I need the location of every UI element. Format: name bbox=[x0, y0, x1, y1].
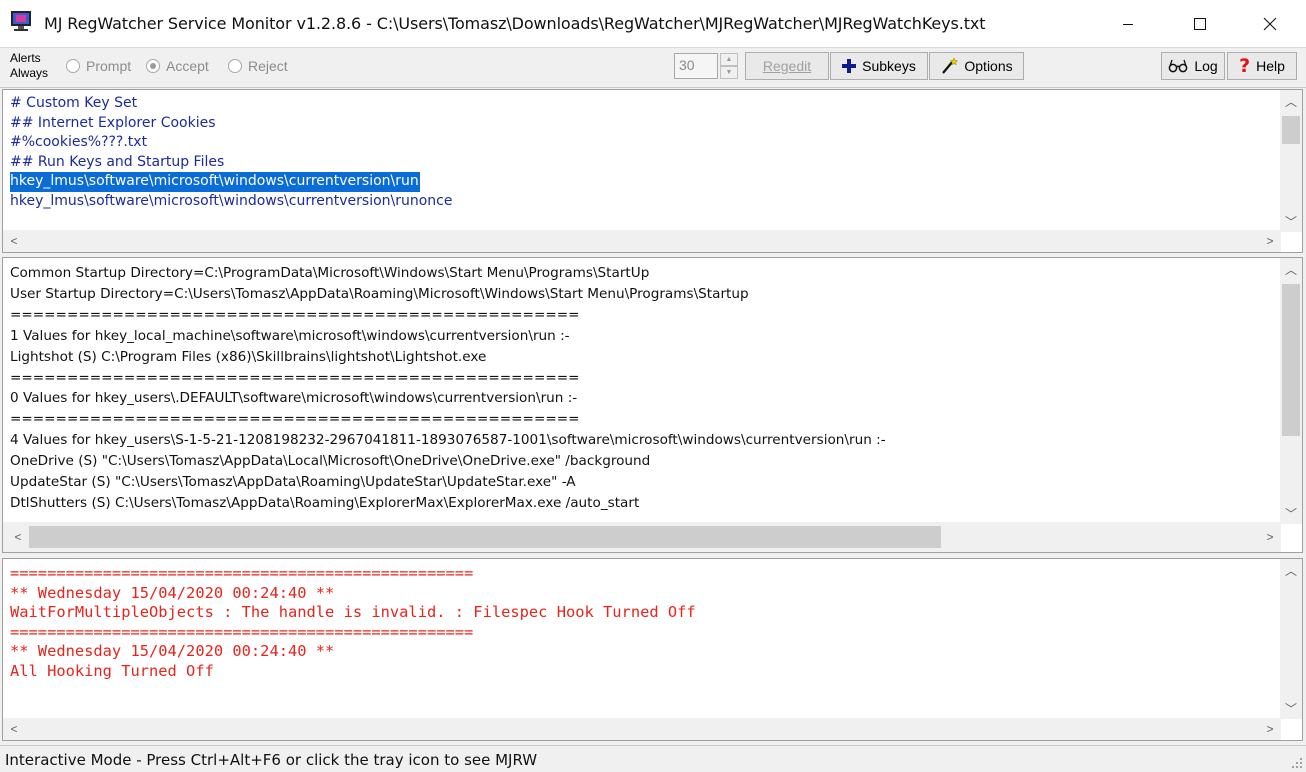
key-line-selected[interactable]: hkey_lmus\software\microsoft\windows\cur… bbox=[10, 172, 420, 192]
plus-icon bbox=[842, 59, 857, 73]
value-line[interactable]: ========================================… bbox=[10, 409, 581, 430]
minimize-button[interactable] bbox=[1098, 0, 1158, 48]
subkeys-label: Subkeys bbox=[862, 58, 916, 74]
help-button[interactable]: ? Help bbox=[1227, 52, 1297, 80]
close-icon bbox=[1263, 17, 1277, 31]
radio-prompt[interactable]: Prompt bbox=[66, 58, 131, 74]
alerts-always-label: Alerts Always bbox=[10, 51, 48, 81]
log-button[interactable]: Log bbox=[1161, 52, 1225, 80]
scroll-down-icon[interactable]: ﹀ bbox=[1280, 210, 1302, 232]
always-label-line: Always bbox=[10, 66, 49, 80]
radio-reject-label: Reject bbox=[248, 58, 288, 74]
interval-spin-buttons[interactable]: ▲ ▼ bbox=[720, 53, 738, 79]
value-line[interactable]: ========================================… bbox=[10, 305, 581, 326]
log-line[interactable]: ========================================… bbox=[10, 623, 474, 643]
values-vertical-scrollbar[interactable]: ︿ ﹀ bbox=[1280, 258, 1302, 524]
scroll-left-icon[interactable]: < bbox=[3, 718, 25, 740]
value-line[interactable]: DtlShutters (S) C:\Users\Tomasz\AppData\… bbox=[10, 493, 640, 514]
window-title: MJ RegWatcher Service Monitor v1.2.8.6 -… bbox=[44, 14, 986, 33]
glasses-icon bbox=[1168, 59, 1188, 73]
scroll-left-icon[interactable]: < bbox=[3, 230, 25, 252]
log-vertical-scrollbar[interactable]: ︿ ﹀ bbox=[1280, 559, 1302, 719]
log-line[interactable]: WaitForMultipleObjects : The handle is i… bbox=[10, 603, 697, 623]
value-line[interactable]: Common Startup Directory=C:\ProgramData\… bbox=[10, 263, 650, 284]
options-button[interactable]: Options bbox=[929, 52, 1024, 80]
scroll-down-icon[interactable]: ﹀ bbox=[1280, 502, 1302, 524]
event-log-list[interactable]: ========================================… bbox=[10, 564, 697, 681]
interval-spin-input[interactable]: 30 bbox=[674, 53, 718, 79]
values-hscroll-thumb[interactable] bbox=[29, 526, 941, 548]
scroll-right-icon[interactable]: > bbox=[1259, 526, 1281, 548]
log-line[interactable]: ========================================… bbox=[10, 564, 474, 584]
spin-down-icon[interactable]: ▼ bbox=[720, 66, 738, 79]
radio-prompt-label: Prompt bbox=[86, 58, 132, 74]
toolbar: Alerts Always Prompt Accept Reject 30 ▲ … bbox=[0, 48, 1306, 88]
scroll-up-icon[interactable]: ︿ bbox=[1280, 258, 1302, 280]
key-line[interactable]: # Custom Key Set bbox=[10, 94, 138, 114]
maximize-icon bbox=[1194, 18, 1206, 30]
wand-icon bbox=[942, 57, 959, 74]
value-line[interactable]: OneDrive (S) "C:\Users\Tomasz\AppData\Lo… bbox=[10, 451, 651, 472]
scroll-up-icon[interactable]: ︿ bbox=[1280, 559, 1302, 581]
title-bar[interactable]: MJ RegWatcher Service Monitor v1.2.8.6 -… bbox=[0, 0, 1306, 48]
question-icon: ? bbox=[1239, 55, 1251, 77]
log-line[interactable]: ** Wednesday 15/04/2020 00:24:40 ** bbox=[10, 584, 335, 604]
maximize-button[interactable] bbox=[1170, 0, 1230, 48]
log-line[interactable]: ** Wednesday 15/04/2020 00:24:40 ** bbox=[10, 642, 335, 662]
value-line[interactable]: 0 Values for hkey_users\.DEFAULT\softwar… bbox=[10, 388, 578, 409]
radio-dot-selected bbox=[146, 59, 160, 73]
key-line[interactable]: ## Run Keys and Startup Files bbox=[10, 153, 225, 173]
key-line[interactable]: ## Internet Explorer Cookies bbox=[10, 114, 217, 134]
regedit-label: Regedit bbox=[762, 58, 812, 74]
key-line[interactable]: #%cookies%???.txt bbox=[10, 133, 148, 153]
value-line[interactable]: Lightshot (S) C:\Program Files (x86)\Ski… bbox=[10, 347, 487, 368]
resize-grip-icon[interactable] bbox=[1289, 755, 1303, 769]
scroll-up-icon[interactable]: ︿ bbox=[1280, 90, 1302, 112]
subkeys-button[interactable]: Subkeys bbox=[830, 52, 928, 80]
status-text: Interactive Mode - Press Ctrl+Alt+F6 or … bbox=[5, 751, 538, 769]
monitor-app-icon bbox=[11, 11, 31, 31]
help-label: Help bbox=[1256, 58, 1285, 74]
keys-vscroll-thumb[interactable] bbox=[1282, 116, 1300, 144]
radio-accept[interactable]: Accept bbox=[146, 58, 209, 74]
value-line[interactable]: UpdateStar (S) "C:\Users\Tomasz\AppData\… bbox=[10, 472, 577, 493]
values-horizontal-scrollbar[interactable]: < > bbox=[3, 522, 1281, 552]
log-line[interactable]: All Hooking Turned Off bbox=[10, 662, 215, 682]
status-bar: Interactive Mode - Press Ctrl+Alt+F6 or … bbox=[0, 745, 1306, 772]
alerts-label-line: Alerts bbox=[10, 51, 41, 65]
value-line[interactable]: ========================================… bbox=[10, 368, 581, 389]
scroll-right-icon[interactable]: > bbox=[1259, 230, 1281, 252]
scroll-down-icon[interactable]: ﹀ bbox=[1280, 697, 1302, 719]
scroll-left-icon[interactable]: < bbox=[7, 526, 29, 548]
watched-keys-list[interactable]: # Custom Key Set ## Internet Explorer Coo… bbox=[10, 94, 454, 211]
key-line[interactable]: hkey_lmus\software\microsoft\windows\cur… bbox=[10, 192, 454, 212]
radio-reject[interactable]: Reject bbox=[228, 58, 288, 74]
log-label: Log bbox=[1194, 58, 1218, 74]
scroll-right-icon[interactable]: > bbox=[1259, 718, 1281, 740]
spin-up-icon[interactable]: ▲ bbox=[720, 53, 738, 66]
options-label: Options bbox=[964, 58, 1013, 74]
watched-keys-panel[interactable]: # Custom Key Set ## Internet Explorer Coo… bbox=[2, 89, 1303, 253]
event-log-panel[interactable]: ========================================… bbox=[2, 558, 1303, 741]
regedit-button[interactable]: Regedit bbox=[745, 52, 829, 80]
radio-dot bbox=[228, 59, 242, 73]
keys-vertical-scrollbar[interactable]: ︿ ﹀ bbox=[1280, 90, 1302, 232]
registry-values-list[interactable]: Common Startup Directory=C:\ProgramData\… bbox=[10, 263, 887, 514]
keys-horizontal-scrollbar[interactable]: < > bbox=[3, 230, 1281, 252]
value-line[interactable]: User Startup Directory=C:\Users\Tomasz\A… bbox=[10, 284, 750, 305]
values-vscroll-thumb[interactable] bbox=[1282, 284, 1300, 436]
close-button[interactable] bbox=[1240, 0, 1300, 48]
registry-values-panel[interactable]: Common Startup Directory=C:\ProgramData\… bbox=[2, 257, 1303, 553]
value-line[interactable]: 1 Values for hkey_local_machine\software… bbox=[10, 326, 571, 347]
minimize-icon bbox=[1123, 24, 1133, 25]
log-horizontal-scrollbar[interactable]: < > bbox=[3, 718, 1281, 740]
radio-accept-label: Accept bbox=[166, 58, 209, 74]
value-line[interactable]: 4 Values for hkey_users\S-1-5-21-1208198… bbox=[10, 430, 887, 451]
radio-dot bbox=[66, 59, 80, 73]
